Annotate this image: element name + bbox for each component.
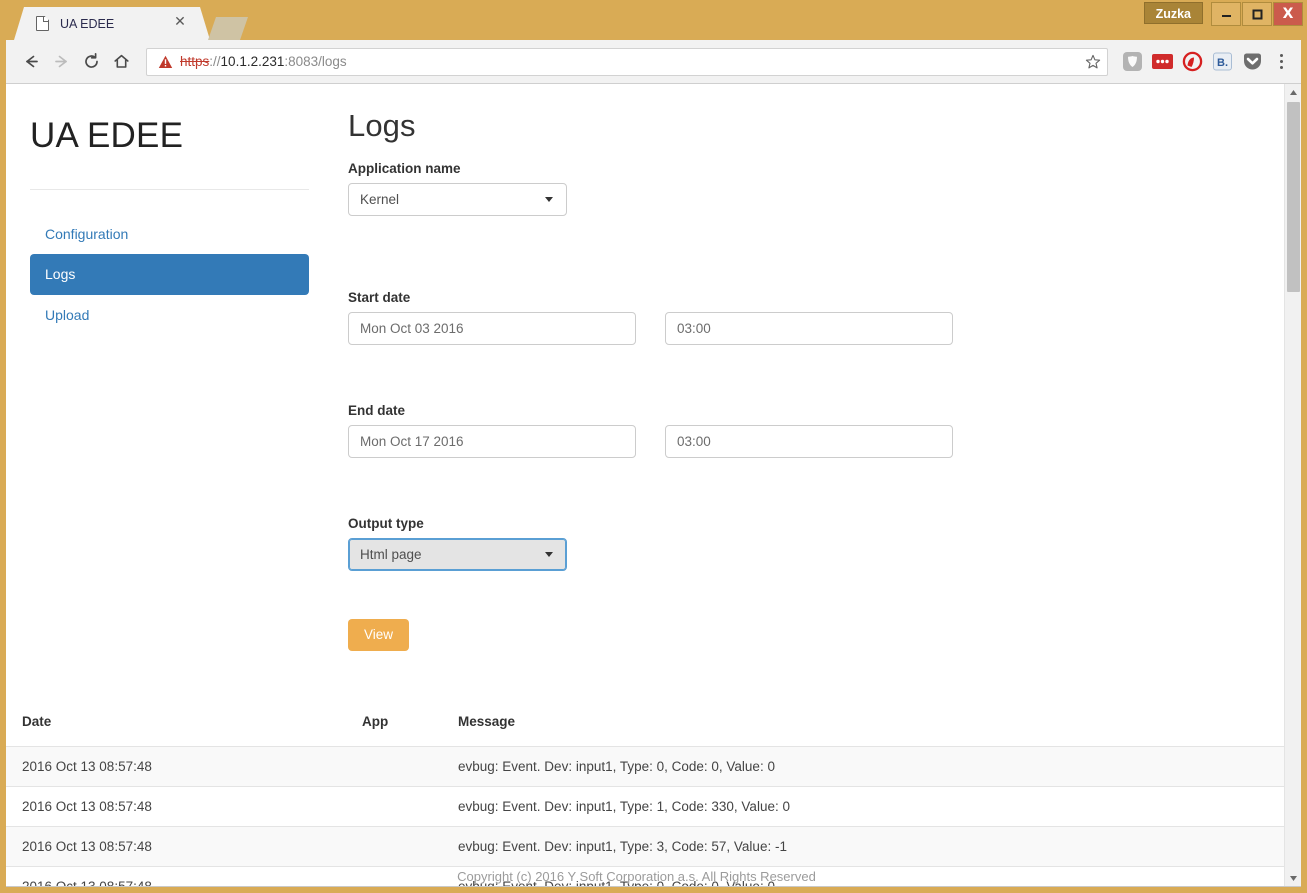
- scrollbar-track[interactable]: [1285, 100, 1302, 870]
- home-icon[interactable]: [106, 47, 136, 77]
- copyright-footer: Copyright (c) 2016 Y Soft Corporation a.…: [6, 869, 1267, 884]
- scrollbar-thumb[interactable]: [1287, 102, 1300, 292]
- application-name-value: Kernel: [360, 192, 399, 207]
- application-name-group: Application name Kernel: [348, 161, 1284, 216]
- shield-extension-icon[interactable]: [1122, 51, 1143, 72]
- cell-date: 2016 Oct 13 08:57:48: [6, 747, 362, 787]
- menu-dot: [1280, 66, 1283, 69]
- minimize-button[interactable]: [1211, 2, 1241, 26]
- extension-icons: B.: [1116, 51, 1263, 72]
- address-bar[interactable]: https://10.1.2.231:8083/logs: [146, 48, 1108, 76]
- star-icon[interactable]: [1077, 54, 1101, 70]
- reload-icon[interactable]: [76, 47, 106, 77]
- output-type-group: Output type Html page: [348, 516, 1284, 571]
- close-button[interactable]: X: [1273, 2, 1303, 26]
- close-icon[interactable]: ✕: [172, 15, 188, 31]
- end-date-label: End date: [348, 403, 1284, 418]
- output-type-select[interactable]: Html page: [348, 538, 567, 571]
- menu-dot: [1280, 60, 1283, 63]
- sidebar-item-configuration[interactable]: Configuration: [30, 214, 309, 254]
- title-bar: UA EDEE ✕ Zuzka X: [0, 0, 1307, 40]
- svg-text:B.: B.: [1217, 57, 1228, 69]
- sidebar: UA EDEE Configuration Logs Upload: [6, 84, 333, 335]
- url-separator: ://: [209, 54, 220, 69]
- web-page: UA EDEE Configuration Logs Upload Logs A…: [6, 84, 1284, 886]
- column-header-app: App: [362, 714, 458, 747]
- start-date-label: Start date: [348, 290, 1284, 305]
- bitwarden-extension-icon[interactable]: B.: [1212, 51, 1233, 72]
- application-name-label: Application name: [348, 161, 1284, 176]
- start-time-input[interactable]: 03:00: [665, 312, 953, 345]
- output-type-label: Output type: [348, 516, 1284, 531]
- cell-message: evbug: Event. Dev: input1, Type: 3, Code…: [458, 827, 1284, 867]
- warning-triangle-icon[interactable]: [158, 55, 173, 69]
- page-icon: [36, 16, 49, 31]
- browser-toolbar: https://10.1.2.231:8083/logs B.: [6, 40, 1301, 84]
- cell-app: [362, 747, 458, 787]
- table-row: 2016 Oct 13 08:57:48 evbug: Event. Dev: …: [6, 747, 1284, 787]
- back-arrow-icon[interactable]: [16, 47, 46, 77]
- menu-dot: [1280, 54, 1283, 57]
- scroll-up-arrow-icon[interactable]: [1285, 84, 1302, 100]
- sidebar-item-upload[interactable]: Upload: [30, 295, 309, 335]
- maximize-button[interactable]: [1242, 2, 1272, 26]
- end-date-input[interactable]: Mon Oct 17 2016: [348, 425, 636, 458]
- tab-strip: UA EDEE ✕: [14, 6, 248, 40]
- red-dots-extension-icon[interactable]: [1152, 51, 1173, 72]
- cell-message: evbug: Event. Dev: input1, Type: 0, Code…: [458, 747, 1284, 787]
- forward-arrow-icon: [46, 47, 76, 77]
- main-content: Logs Application name Kernel Start date …: [348, 84, 1284, 651]
- tab-title: UA EDEE: [60, 17, 114, 31]
- end-date-group: End date Mon Oct 17 2016 03:00: [348, 403, 1284, 458]
- chevron-down-icon: [545, 552, 553, 557]
- table-header-row: Date App Message: [6, 714, 1284, 747]
- page-title: Logs: [348, 108, 1284, 144]
- cell-app: [362, 827, 458, 867]
- end-time-input[interactable]: 03:00: [665, 425, 953, 458]
- url-scheme: https: [180, 54, 209, 69]
- browser-tab[interactable]: UA EDEE ✕: [14, 7, 210, 40]
- start-date-input[interactable]: Mon Oct 03 2016: [348, 312, 636, 345]
- cell-message: evbug: Event. Dev: input1, Type: 1, Code…: [458, 787, 1284, 827]
- new-tab-button[interactable]: [208, 17, 248, 40]
- browser-viewport: UA EDEE Configuration Logs Upload Logs A…: [6, 84, 1301, 887]
- adblock-extension-icon[interactable]: [1182, 51, 1203, 72]
- url-path: :8083/logs: [284, 54, 346, 69]
- column-header-date: Date: [6, 714, 362, 747]
- output-type-value: Html page: [360, 547, 422, 562]
- brand-title: UA EDEE: [30, 116, 309, 156]
- cell-date: 2016 Oct 13 08:57:48: [6, 827, 362, 867]
- column-header-message: Message: [458, 714, 1284, 747]
- cell-date: 2016 Oct 13 08:57:48: [6, 787, 362, 827]
- logs-table: Date App Message 2016 Oct 13 08:57:48 ev…: [6, 714, 1284, 886]
- three-dots-menu-icon[interactable]: [1269, 48, 1293, 76]
- application-name-select[interactable]: Kernel: [348, 183, 567, 216]
- user-profile-badge[interactable]: Zuzka: [1144, 2, 1203, 24]
- url-text: https://10.1.2.231:8083/logs: [180, 54, 347, 69]
- sidebar-item-logs[interactable]: Logs: [30, 254, 309, 294]
- cell-app: [362, 787, 458, 827]
- pocket-extension-icon[interactable]: [1242, 51, 1263, 72]
- chevron-down-icon: [545, 197, 553, 202]
- view-button[interactable]: View: [348, 619, 409, 651]
- sidebar-nav: Configuration Logs Upload: [30, 214, 309, 335]
- table-row: 2016 Oct 13 08:57:48 evbug: Event. Dev: …: [6, 787, 1284, 827]
- ua-edee-app: UA EDEE Configuration Logs Upload Logs A…: [6, 84, 1284, 886]
- window-controls: X: [1210, 0, 1303, 28]
- page-scrollbar[interactable]: [1284, 84, 1301, 886]
- start-date-group: Start date Mon Oct 03 2016 03:00: [348, 290, 1284, 345]
- browser-window: UA EDEE ✕ Zuzka X: [0, 0, 1307, 893]
- divider: [30, 189, 309, 190]
- table-row: 2016 Oct 13 08:57:48 evbug: Event. Dev: …: [6, 827, 1284, 867]
- url-host: 10.1.2.231: [221, 54, 285, 69]
- scroll-down-arrow-icon[interactable]: [1285, 870, 1302, 886]
